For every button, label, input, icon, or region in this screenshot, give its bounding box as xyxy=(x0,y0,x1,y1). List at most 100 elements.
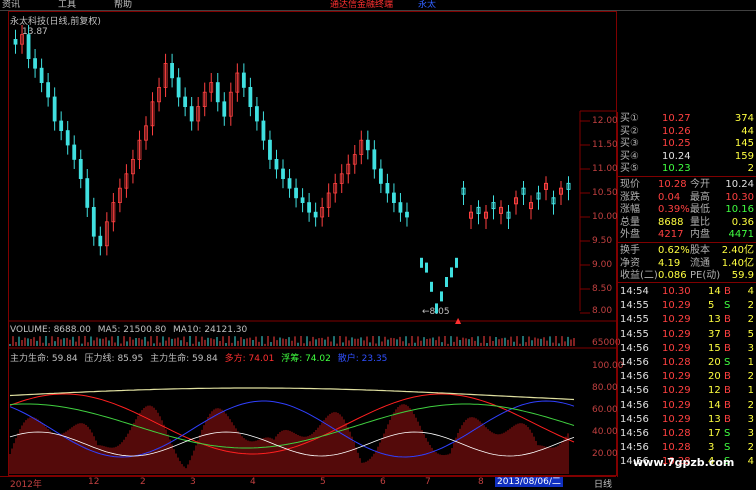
price-tick: 10.00 xyxy=(592,212,618,222)
stat-label: 今开 xyxy=(690,179,710,190)
price-tick: 10.50 xyxy=(592,188,618,198)
bid-price: 10.24 xyxy=(662,150,691,162)
tick-volume: 14 xyxy=(708,286,721,297)
candle-body xyxy=(268,139,272,160)
volume-ma10: MA10: 24121.30 xyxy=(173,325,248,335)
candle-body xyxy=(26,34,31,60)
indicator-tick: 40.00 xyxy=(592,427,618,437)
tick-price: 10.30 xyxy=(662,286,691,297)
tick-count: 3 xyxy=(747,413,754,425)
news-ticker-stock[interactable]: 永太 xyxy=(418,0,436,10)
candle-body xyxy=(78,158,83,179)
stat-label: 量比 xyxy=(690,216,710,228)
bid-price: 10.23 xyxy=(662,163,691,174)
indicator-tick: 60.00 xyxy=(592,405,618,415)
tick-side: S xyxy=(724,428,731,439)
tick-row: 14:55 10.29 37 B 5 xyxy=(618,329,756,341)
bid-label: 买④ xyxy=(620,150,639,162)
candle-body xyxy=(425,262,428,273)
stat-value: 0.086 xyxy=(658,270,687,281)
volume-header: VOLUME: 8688.00 MA5: 21500.80 MA10: 2412… xyxy=(10,325,251,335)
stat-value: 10.30 xyxy=(725,191,754,203)
stat-label: 净资 xyxy=(620,257,640,269)
stat-value: 10.28 xyxy=(658,179,687,190)
stat-row: 涨跌 0.04 最高 10.30 xyxy=(618,192,756,204)
tick-row: 14:54 10.30 14 B 4 xyxy=(618,286,756,298)
bid-volume: 145 xyxy=(734,138,754,149)
tick-time: 14:54 xyxy=(620,286,649,297)
bid-label: 买⑤ xyxy=(620,163,639,174)
tick-price: 10.28 xyxy=(662,442,691,454)
tick-volume: 14 xyxy=(708,399,721,411)
price-tick: 9.50 xyxy=(592,236,613,246)
tick-row: 14:56 10.28 17 S 3 xyxy=(618,428,756,440)
tick-count: 4 xyxy=(747,286,754,297)
tick-side: B xyxy=(724,413,731,425)
indicator-header: 主力生命: 59.84 压力线: 85.95 主力生命: 59.84 多方: 7… xyxy=(10,351,391,364)
bid-volume: 374 xyxy=(734,113,754,124)
period-label[interactable]: 日线 xyxy=(594,477,612,490)
candle-body xyxy=(176,77,181,98)
stat-label: 流通 xyxy=(690,257,710,269)
candle-body xyxy=(392,192,396,203)
tick-row: 14:56 10.29 20 B 2 xyxy=(618,371,756,383)
news-ticker[interactable]: 通达信金融终端 xyxy=(330,0,393,10)
tick-count: 2 xyxy=(747,371,754,383)
candle-body xyxy=(435,303,438,314)
candle-body xyxy=(420,257,423,268)
tick-time: 14:56 xyxy=(620,442,649,454)
candle-body xyxy=(378,168,383,184)
tick-row: 14:56 10.29 12 B 1 xyxy=(618,385,756,397)
stat-row: 总量 8688 量比 0.36 xyxy=(618,217,756,229)
bid-volume: 159 xyxy=(734,150,754,162)
tick-volume: 20 xyxy=(708,371,721,383)
candle-body xyxy=(91,206,96,237)
candle-body xyxy=(13,38,18,45)
stat-label: 股本 xyxy=(690,245,710,256)
bid-label: 买③ xyxy=(620,138,639,149)
signal-marker: ▲ xyxy=(455,316,462,325)
tick-count: 2 xyxy=(747,399,754,411)
stat-label: 外盘 xyxy=(620,229,640,240)
candle-body xyxy=(281,168,285,179)
candle-body xyxy=(455,257,458,268)
candle-body xyxy=(274,158,279,170)
candle-body xyxy=(261,120,266,141)
divider xyxy=(618,282,756,283)
bid-row: 买④ 10.24 159 xyxy=(618,151,756,163)
volume-value: VOLUME: 8688.00 xyxy=(10,325,91,335)
candle-body xyxy=(215,82,220,103)
tick-volume: 20 xyxy=(708,357,721,368)
tick-count: 3 xyxy=(747,428,754,439)
tick-count: 1 xyxy=(747,385,754,397)
tick-time: 14:56 xyxy=(620,399,649,411)
date-tick: 2 xyxy=(140,477,146,487)
tick-row: 14:56 10.29 14 B 2 xyxy=(618,400,756,412)
tick-side: B xyxy=(724,328,731,340)
stat-value: 2.40亿 xyxy=(721,245,754,256)
tick-volume: 5 xyxy=(708,300,715,312)
indicator-bars xyxy=(9,404,569,474)
tick-volume: 12 xyxy=(708,385,721,397)
menu-item-info[interactable]: 资讯 xyxy=(2,0,20,10)
bid-price: 10.25 xyxy=(662,138,691,149)
tick-price: 10.29 xyxy=(662,328,691,340)
kline-chart[interactable]: ▲ xyxy=(0,11,617,476)
date-tick: 2012年 xyxy=(10,480,42,490)
tick-count: 2 xyxy=(747,314,754,326)
tick-side: S xyxy=(724,300,731,312)
stat-label: 换手 xyxy=(620,245,640,256)
tick-side: B xyxy=(724,286,731,297)
tick-price: 10.29 xyxy=(662,300,691,312)
menu-item-help[interactable]: 帮助 xyxy=(114,0,132,10)
bid-row: 买② 10.26 44 xyxy=(618,126,756,138)
tick-price: 10.28 xyxy=(662,357,691,368)
stat-value: 10.16 xyxy=(725,204,754,215)
menu-bar: 资讯 工具 帮助 通达信金融终端 永太 xyxy=(0,0,756,11)
menu-item-tools[interactable]: 工具 xyxy=(58,0,76,10)
date-tick: 7 xyxy=(425,477,431,487)
tick-count: 3 xyxy=(747,342,754,354)
stat-label: 收益(二) xyxy=(620,270,658,281)
indicator-tick: 20.00 xyxy=(592,449,618,459)
indicator-tick: 100.00 xyxy=(592,361,624,371)
